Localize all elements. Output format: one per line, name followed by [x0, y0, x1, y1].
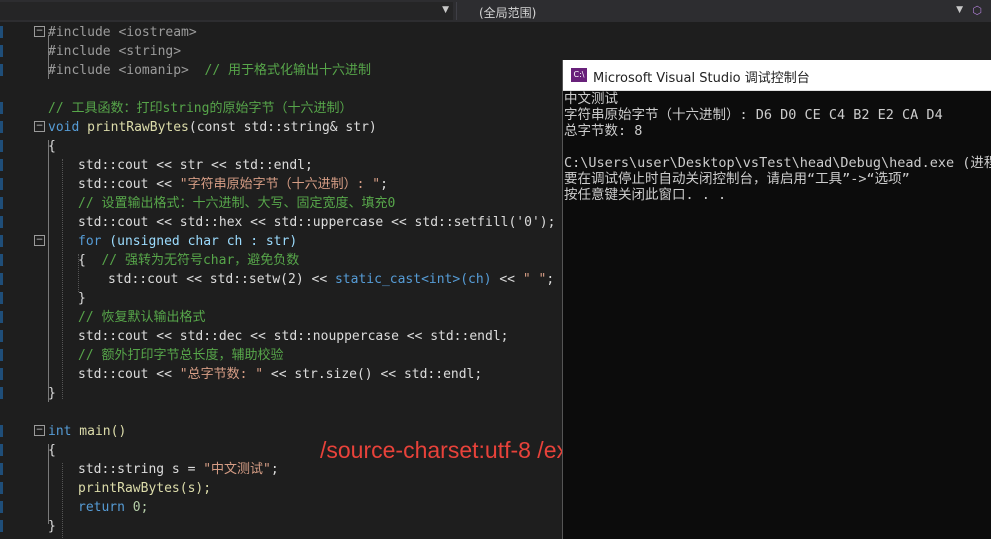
- statement: << str.size() << std::endl;: [263, 367, 483, 382]
- chevron-down-icon[interactable]: ▼: [442, 5, 449, 15]
- console-line: C:\Users\user\Desktop\vsTest\head\Debug\…: [564, 155, 991, 171]
- code-line[interactable]: int main(): [48, 422, 126, 441]
- include-directive: #include <iomanip>: [48, 63, 189, 78]
- change-margin: [0, 22, 4, 539]
- chevron-down-icon[interactable]: ▼: [956, 5, 963, 15]
- code-line[interactable]: // 工具函数：打印string的原始字节（十六进制）: [48, 99, 352, 118]
- function-name: main(): [71, 424, 127, 439]
- open-brace: {: [48, 139, 56, 154]
- semicolon: ;: [270, 462, 279, 477]
- code-line[interactable]: }: [48, 384, 56, 403]
- code-line[interactable]: // 设置输出格式：十六进制、大写、固定宽度、填充0: [78, 194, 395, 213]
- project-dropdown[interactable]: ▼: [0, 2, 453, 20]
- code-line[interactable]: {: [48, 137, 56, 156]
- semicolon: ;: [380, 177, 388, 192]
- code-comment: // 强转为无符号char，避免负数: [85, 253, 300, 268]
- code-line[interactable]: std::cout << std::hex << std::uppercase …: [78, 213, 555, 232]
- keyword: void: [48, 120, 80, 135]
- fold-toggle[interactable]: −: [34, 121, 45, 132]
- code-line[interactable]: { // 强转为无符号char，避免负数: [78, 251, 299, 270]
- statement: std::cout <<: [78, 367, 180, 382]
- code-line[interactable]: #include <iostream>: [48, 23, 197, 42]
- statement: std::cout <<: [78, 177, 180, 192]
- code-line[interactable]: #include <iomanip> // 用于格式化输出十六进制: [48, 61, 371, 80]
- code-line[interactable]: std::cout << str << std::endl;: [78, 156, 313, 175]
- code-comment: // 恢复默认输出格式: [78, 310, 206, 325]
- include-directive: #include <iostream>: [48, 25, 197, 40]
- console-line: 总字节数: 8: [564, 123, 643, 139]
- console-title: Microsoft Visual Studio 调试控制台: [593, 71, 810, 86]
- code-comment: // 设置输出格式：十六进制、大写、固定宽度、填充0: [78, 196, 396, 211]
- code-line[interactable]: // 恢复默认输出格式: [78, 308, 205, 327]
- code-comment: // 额外打印字节总长度，辅助校验: [78, 348, 284, 363]
- console-title-bar[interactable]: C:\ Microsoft Visual Studio 调试控制台: [563, 60, 991, 91]
- fold-toggle[interactable]: −: [34, 26, 45, 37]
- operator: <<: [491, 272, 523, 287]
- function-call: printRawBytes(s);: [78, 481, 212, 496]
- keyword: int: [48, 424, 72, 439]
- code-comment: // 用于格式化输出十六进制: [188, 63, 372, 78]
- code-line[interactable]: void printRawBytes(const std::string& st…: [48, 118, 377, 137]
- code-line[interactable]: std::cout << std::dec << std::nouppercas…: [78, 327, 508, 346]
- code-line[interactable]: printRawBytes(s);: [78, 479, 211, 498]
- code-line[interactable]: {: [48, 441, 56, 460]
- code-comment: // 工具函数：打印string的原始字节（十六进制）: [48, 101, 353, 116]
- close-brace: }: [48, 519, 56, 534]
- string-literal: "总字节数: ": [179, 367, 264, 382]
- string-literal: "中文测试": [203, 462, 271, 477]
- return-value: 0;: [124, 500, 149, 515]
- code-line[interactable]: std::string s = "中文测试";: [78, 460, 279, 479]
- statement: std::cout << str << std::endl;: [78, 158, 313, 173]
- console-output[interactable]: 中文测试 字符串原始字节（十六进制）: D6 D0 CE C4 B2 E2 CA…: [563, 91, 991, 539]
- member-icon[interactable]: ⬡: [970, 4, 984, 18]
- string-literal: " ": [522, 272, 547, 287]
- parameter-list: (const std::string& str): [188, 120, 377, 135]
- cast-expression: static_cast<int>(ch): [334, 272, 492, 287]
- code-line[interactable]: for (unsigned char ch : str): [78, 232, 297, 251]
- console-line: 要在调试停止时自动关闭控制台，请启用“工具”->“选项”: [564, 171, 910, 187]
- code-line[interactable]: }: [48, 517, 56, 536]
- code-line[interactable]: // 额外打印字节总长度，辅助校验: [78, 346, 283, 365]
- statement: std::cout << std::setw(2) <<: [108, 272, 335, 287]
- fold-toggle[interactable]: −: [34, 235, 45, 246]
- code-line[interactable]: return 0;: [78, 498, 148, 517]
- scope-dropdown[interactable]: (全局范围) ▼: [456, 2, 967, 20]
- code-line[interactable]: #include <string>: [48, 42, 181, 61]
- console-line: 中文测试: [564, 91, 618, 107]
- string-literal: "字符串原始字节（十六进制）: ": [179, 177, 381, 192]
- code-line[interactable]: }: [78, 289, 86, 308]
- close-brace: }: [78, 291, 86, 306]
- function-name: printRawBytes: [87, 120, 189, 135]
- semicolon: ;: [546, 272, 555, 287]
- include-directive: #include <string>: [48, 44, 182, 59]
- fold-toggle[interactable]: −: [34, 425, 45, 436]
- statement: std::cout << std::hex << std::uppercase …: [78, 215, 556, 230]
- keyword: for: [78, 234, 102, 249]
- scope-label: (全局范围): [479, 6, 537, 20]
- console-app-icon: C:\: [571, 68, 587, 82]
- code-line[interactable]: std::cout << "总字节数: " << str.size() << s…: [78, 365, 482, 384]
- code-line[interactable]: std::cout << "字符串原始字节（十六进制）: ";: [78, 175, 388, 194]
- navigation-bar: ▼ (全局范围) ▼ ⬡: [0, 0, 991, 22]
- console-line: 字符串原始字节（十六进制）: D6 D0 CE C4 B2 E2 CA D4: [564, 107, 943, 123]
- statement: std::cout << std::dec << std::nouppercas…: [78, 329, 509, 344]
- debug-console-window[interactable]: C:\ Microsoft Visual Studio 调试控制台 中文测试 字…: [562, 60, 991, 539]
- close-brace: }: [48, 386, 56, 401]
- open-brace: {: [78, 253, 86, 268]
- loop-header: (unsigned char ch : str): [101, 234, 298, 249]
- statement: std::string s =: [78, 462, 204, 477]
- code-line[interactable]: std::cout << std::setw(2) << static_cast…: [108, 270, 554, 289]
- open-brace: {: [48, 443, 56, 458]
- keyword: return: [78, 500, 125, 515]
- console-line: 按任意键关闭此窗口. . .: [564, 187, 727, 203]
